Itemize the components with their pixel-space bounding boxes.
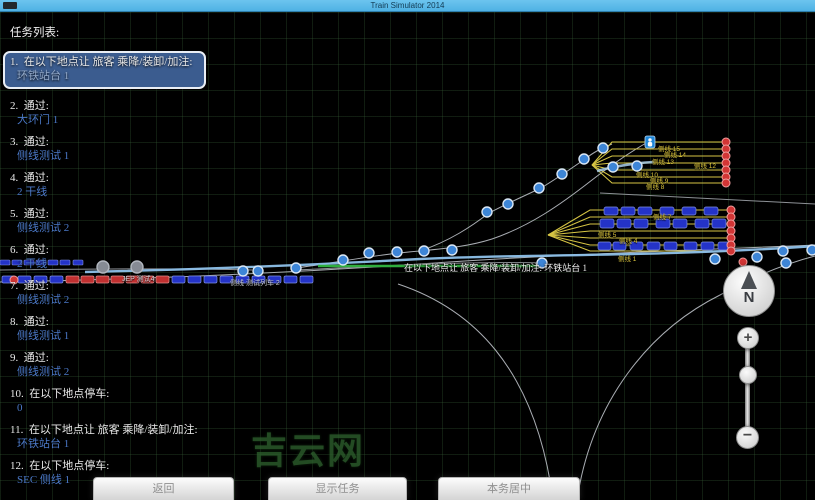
- task-item-1[interactable]: 1. 在以下地点让 旅客 乘降/装卸/加注:环铁站台 1: [3, 51, 206, 89]
- task-item-text: 11. 在以下地点让 旅客 乘降/装卸/加注:: [10, 423, 206, 437]
- task-item-text: 10. 在以下地点停车:: [10, 387, 206, 401]
- task-item-value: 侧线测试 2: [10, 221, 206, 235]
- compass[interactable]: N: [723, 265, 775, 317]
- window-title: Train Simulator 2014: [0, 0, 815, 11]
- task-item-5[interactable]: 5. 通过:侧线测试 2: [10, 207, 206, 235]
- task-item-11[interactable]: 11. 在以下地点让 旅客 乘降/装卸/加注:环铁站台 1: [10, 423, 206, 451]
- task-item-text: 12. 在以下地点停车:: [10, 459, 206, 473]
- compass-north-label: N: [724, 289, 774, 306]
- task-item-value: 侧线测试 2: [10, 293, 206, 307]
- compass-needle-icon: [741, 271, 757, 289]
- task-item-value: 2 干线: [10, 185, 206, 199]
- task-item-9[interactable]: 9. 通过:侧线测试 2: [10, 351, 206, 379]
- zoom-out-button[interactable]: −: [736, 426, 759, 449]
- task-item-6[interactable]: 6. 通过:2 干线: [10, 243, 206, 271]
- window-titlebar[interactable]: Train Simulator 2014: [0, 0, 815, 12]
- task-item-text: 4. 通过:: [10, 171, 206, 185]
- task-item-value: 侧线测试 2: [10, 365, 206, 379]
- task-item-value: 环铁站台 1: [10, 69, 199, 83]
- task-item-7[interactable]: 7. 通过:侧线测试 2: [10, 279, 206, 307]
- center-on-train-button[interactable]: 本务居中: [438, 477, 580, 500]
- zoom-slider-handle[interactable]: [739, 366, 757, 384]
- task-item-text: 2. 通过:: [10, 99, 206, 113]
- task-item-4[interactable]: 4. 通过:2 干线: [10, 171, 206, 199]
- task-item-text: 6. 通过:: [10, 243, 206, 257]
- zoom-slider-track[interactable]: [745, 337, 750, 437]
- task-item-10[interactable]: 10. 在以下地点停车:0: [10, 387, 206, 415]
- task-item-text: 9. 通过:: [10, 351, 206, 365]
- task-list: 1. 在以下地点让 旅客 乘降/装卸/加注:环铁站台 12. 通过:大环门 13…: [10, 51, 206, 487]
- siding-track-lines: [548, 142, 731, 251]
- zoom-in-button[interactable]: +: [737, 327, 759, 349]
- task-item-text: 8. 通过:: [10, 315, 206, 329]
- titlebar-badge: [3, 2, 17, 9]
- task-item-value: 侧线测试 1: [10, 329, 206, 343]
- task-item-text: 7. 通过:: [10, 279, 206, 293]
- task-item-8[interactable]: 8. 通过:侧线测试 1: [10, 315, 206, 343]
- task-item-value: 0: [10, 401, 206, 415]
- task-item-3[interactable]: 3. 通过:侧线测试 1: [10, 135, 206, 163]
- station-icon: [645, 136, 655, 148]
- task-item-value: 2 干线: [10, 257, 206, 271]
- task-item-value: 环铁站台 1: [10, 437, 206, 451]
- stored-consists: [598, 207, 731, 250]
- task-item-value: 大环门 1: [10, 113, 206, 127]
- watermark: 吉云网: [251, 422, 365, 474]
- task-item-2[interactable]: 2. 通过:大环门 1: [10, 99, 206, 127]
- task-item-text: 1. 在以下地点让 旅客 乘降/装卸/加注:: [10, 55, 199, 69]
- back-button[interactable]: 返回: [93, 477, 234, 500]
- task-list-heading: 任务列表:: [10, 24, 206, 40]
- task-item-text: 3. 通过:: [10, 135, 206, 149]
- task-panel: 任务列表: 1. 在以下地点让 旅客 乘降/装卸/加注:环铁站台 12. 通过:…: [10, 24, 206, 495]
- task-item-text: 5. 通过:: [10, 207, 206, 221]
- show-task-button[interactable]: 显示任务: [268, 477, 407, 500]
- task-item-value: 侧线测试 1: [10, 149, 206, 163]
